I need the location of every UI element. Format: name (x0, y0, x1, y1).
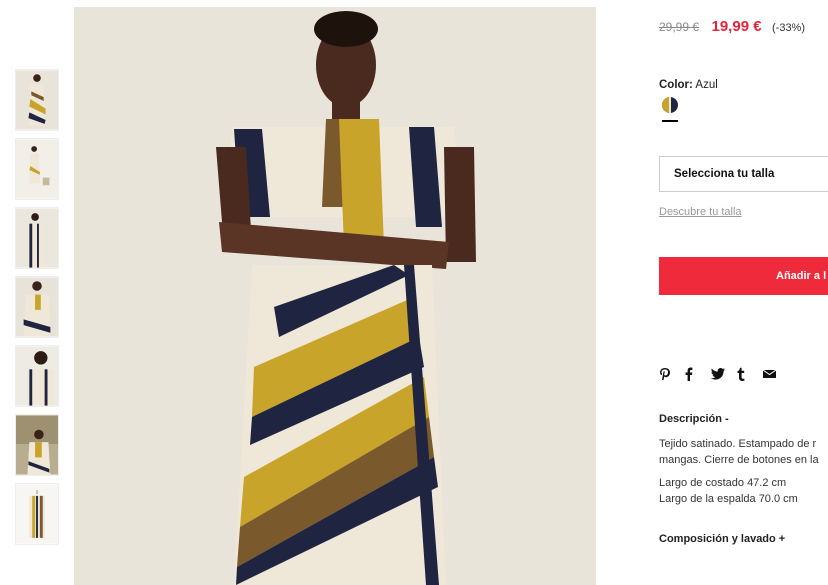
tumblr-icon[interactable] (737, 367, 751, 381)
facebook-icon[interactable] (685, 367, 699, 381)
color-value: Azul (695, 79, 718, 91)
thumbnail-7[interactable] (15, 483, 59, 545)
thumbnail-3-image (16, 208, 58, 268)
measures-list: Largo de costado 47.2 cm Largo de la esp… (659, 475, 798, 507)
thumbnail-6-image (16, 415, 58, 475)
color-swatch-azul[interactable] (662, 97, 678, 113)
thumbnail-7-image (16, 484, 58, 544)
pinterest-icon[interactable] (659, 367, 673, 381)
size-guide-link[interactable]: Descubre tu talla (659, 206, 742, 218)
description-title[interactable]: Descripción - (659, 413, 729, 425)
share-icons (659, 367, 777, 381)
composition-title[interactable]: Composición y lavado + (659, 533, 785, 545)
thumbnail-4-image (16, 277, 58, 337)
description-text: Tejido satinado. Estampado de r mangas. … (659, 438, 819, 466)
thumbnail-1[interactable] (15, 69, 59, 131)
twitter-icon[interactable] (711, 368, 725, 380)
thumbnail-2-image (16, 139, 58, 199)
sale-price: 19,99 € (711, 18, 762, 35)
thumbnail-4[interactable] (15, 276, 59, 338)
measure-back-length: Largo de la espalda 70.0 cm (659, 493, 798, 505)
swatch-icon (662, 97, 678, 113)
discount-badge: (-33%) (772, 22, 806, 34)
thumbnail-2[interactable] (15, 138, 59, 200)
thumbnail-6[interactable] (15, 414, 59, 476)
email-icon[interactable] (763, 369, 777, 379)
thumbnail-list (15, 69, 60, 552)
original-price: 29,99 € (659, 20, 700, 34)
thumbnail-1-image (16, 70, 58, 130)
main-product-image[interactable] (74, 7, 596, 585)
thumbnail-3[interactable] (15, 207, 59, 269)
color-label: Color: (659, 79, 693, 91)
add-to-cart-button[interactable]: Añadir a l (659, 257, 828, 295)
price-row: 29,99 € 19,99 € (-33%) (659, 18, 805, 36)
thumbnail-5[interactable] (15, 345, 59, 407)
measure-side-length: Largo de costado 47.2 cm (659, 477, 787, 489)
product-info-panel: 29,99 € 19,99 € (-33%) Color: Azul Selec… (659, 0, 828, 585)
color-label-row: Color: Azul (659, 79, 718, 91)
selected-swatch-indicator (662, 120, 678, 122)
main-product-photo (74, 7, 596, 585)
thumbnail-5-image (16, 346, 58, 406)
size-select[interactable]: Selecciona tu talla (659, 156, 828, 192)
